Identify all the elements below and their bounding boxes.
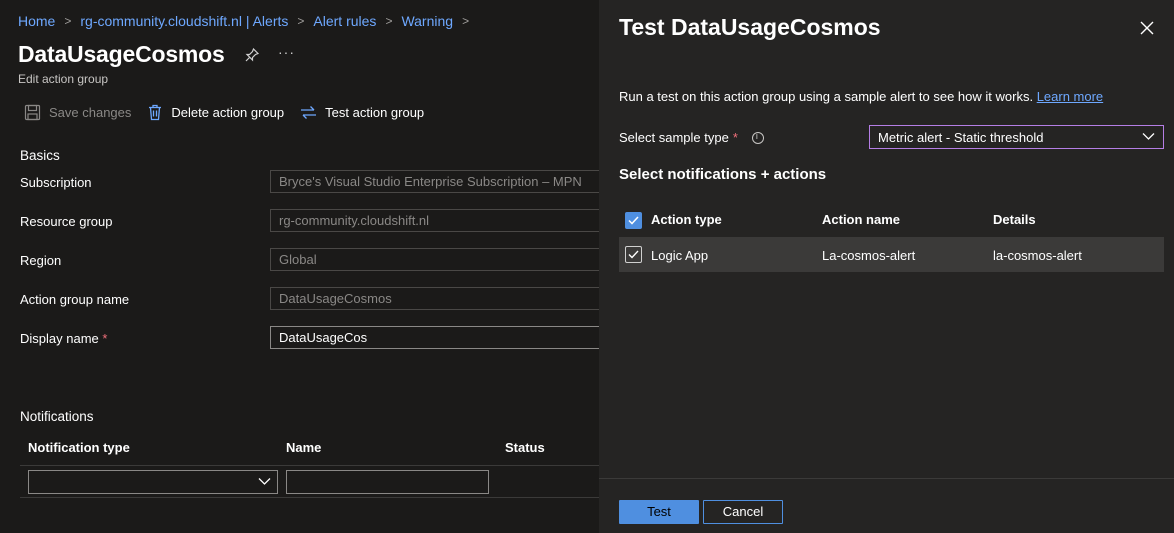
- checkmark-icon: [628, 216, 639, 225]
- basics-heading: Basics: [20, 148, 60, 163]
- row-checkbox[interactable]: [625, 246, 642, 263]
- page-subtitle: Edit action group: [18, 72, 109, 86]
- delete-action-group-label: Delete action group: [171, 105, 285, 120]
- more-options-icon[interactable]: ···: [278, 44, 295, 60]
- learn-more-link[interactable]: Learn more: [1037, 89, 1103, 104]
- col-notification-type: Notification type: [28, 440, 130, 455]
- action-group-editor: Home > rg-community.cloudshift.nl | Aler…: [0, 0, 599, 533]
- sample-type-label: Select sample type *: [619, 130, 764, 145]
- col-status: Status: [505, 440, 545, 455]
- pin-icon[interactable]: [244, 47, 260, 63]
- close-icon[interactable]: [1139, 20, 1155, 36]
- subscription-field: Bryce's Visual Studio Enterprise Subscri…: [270, 170, 599, 193]
- actions-table-header: Action type Action name Details: [619, 205, 1164, 235]
- notification-name-input[interactable]: [286, 470, 489, 494]
- action-name-cell: La-cosmos-alert: [822, 248, 916, 263]
- chevron-right-icon: >: [385, 14, 393, 28]
- save-changes-label: Save changes: [49, 105, 132, 120]
- breadcrumb: Home > rg-community.cloudshift.nl | Aler…: [18, 13, 478, 29]
- display-name-input[interactable]: DataUsageCos: [270, 326, 599, 349]
- required-marker: *: [732, 130, 738, 145]
- details-cell: la-cosmos-alert: [993, 248, 1082, 263]
- sample-type-label-text: Select sample type: [619, 130, 729, 145]
- save-icon: [24, 104, 41, 121]
- resource-group-field: rg-community.cloudshift.nl: [270, 209, 599, 232]
- required-marker: *: [102, 331, 108, 346]
- subscription-label: Subscription: [20, 175, 92, 190]
- toolbar: Save changes Delete action group Test ac…: [24, 104, 440, 121]
- col-name: Name: [286, 440, 322, 455]
- breadcrumb-warning[interactable]: Warning: [401, 13, 453, 29]
- sample-type-select[interactable]: Metric alert - Static threshold: [869, 125, 1164, 149]
- chevron-right-icon: >: [64, 14, 72, 28]
- col-action-type: Action type: [651, 212, 722, 227]
- info-icon[interactable]: [751, 131, 764, 144]
- select-all-checkbox[interactable]: [625, 212, 642, 229]
- notifications-actions-heading: Select notifications + actions: [619, 166, 827, 183]
- col-action-name: Action name: [822, 212, 901, 227]
- display-name-label-text: Display name: [20, 331, 99, 346]
- chevron-right-icon: >: [297, 14, 305, 28]
- panel-description: Run a test on this action group using a …: [619, 89, 1103, 104]
- display-name-label: Display name *: [20, 331, 107, 346]
- delete-action-group-button[interactable]: Delete action group: [147, 104, 284, 121]
- swap-arrows-icon: [301, 106, 317, 119]
- cancel-button[interactable]: Cancel: [703, 500, 783, 524]
- chevron-down-icon: [1142, 133, 1155, 140]
- breadcrumb-alerts[interactable]: rg-community.cloudshift.nl | Alerts: [80, 13, 288, 29]
- panel-title: Test DataUsageCosmos: [619, 14, 881, 40]
- test-action-group-button[interactable]: Test action group: [300, 105, 424, 120]
- divider: [20, 497, 599, 498]
- trash-icon: [149, 104, 162, 121]
- resource-group-label: Resource group: [20, 214, 113, 229]
- checkmark-icon: [628, 250, 639, 259]
- sample-type-value: Metric alert - Static threshold: [878, 130, 1044, 145]
- col-details: Details: [993, 212, 1036, 227]
- action-group-name-field: DataUsageCosmos: [270, 287, 599, 310]
- notifications-heading: Notifications: [20, 409, 94, 424]
- page-title: DataUsageCosmos: [18, 41, 225, 67]
- save-changes-button[interactable]: Save changes: [24, 104, 131, 121]
- chevron-right-icon: >: [462, 14, 470, 28]
- action-group-name-label: Action group name: [20, 292, 130, 307]
- chevron-down-icon: [258, 478, 271, 485]
- region-label: Region: [20, 253, 62, 268]
- breadcrumb-home[interactable]: Home: [18, 13, 55, 29]
- test-panel: Test DataUsageCosmos Run a test on this …: [599, 0, 1174, 533]
- breadcrumb-alert-rules[interactable]: Alert rules: [313, 13, 376, 29]
- notification-type-select[interactable]: [28, 470, 278, 494]
- divider: [20, 465, 599, 466]
- test-action-group-label: Test action group: [325, 105, 425, 120]
- test-button[interactable]: Test: [619, 500, 699, 524]
- action-type-cell: Logic App: [651, 248, 709, 263]
- description-text: Run a test on this action group using a …: [619, 89, 1034, 104]
- region-field: Global: [270, 248, 599, 271]
- footer-divider: [599, 478, 1174, 479]
- table-row[interactable]: Logic App La-cosmos-alert la-cosmos-aler…: [619, 237, 1164, 272]
